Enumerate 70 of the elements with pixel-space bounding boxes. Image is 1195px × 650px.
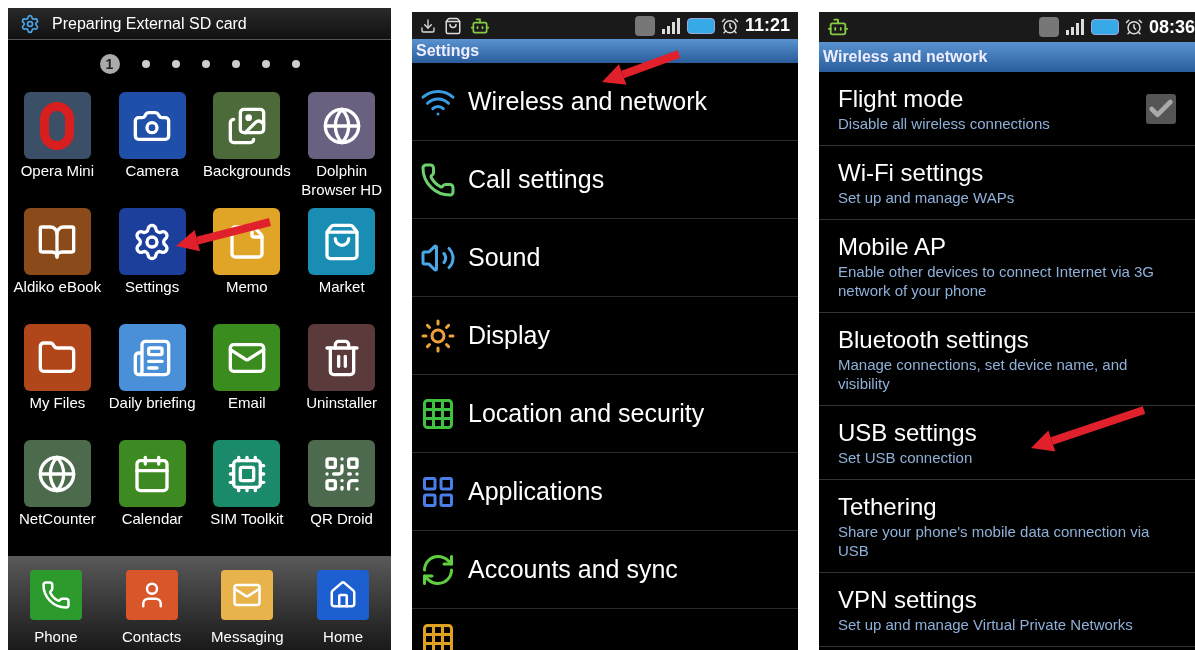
screen-title: Wireless and network [823,47,988,67]
status-time: 11:21 [744,14,790,37]
shopping-bag-icon[interactable] [308,208,376,275]
download-icon [420,17,436,34]
app-label[interactable]: Backgrounds [199,161,294,180]
app-label[interactable]: Daily briefing [105,393,200,412]
robot-icon [827,16,849,38]
settings-item[interactable]: Call settings [412,141,798,219]
settings-item[interactable]: Mobile AP Enable other devices to connect Internet via 3G network of your phone [819,220,1195,313]
app-label[interactable]: My Files [10,393,105,412]
camera-icon[interactable] [118,92,186,159]
battery-icon [1090,19,1119,35]
battery-icon [686,17,715,34]
app-label[interactable]: Market [294,277,389,296]
app-label[interactable]: Aldiko eBook [10,277,105,296]
checkbox[interactable] [1146,93,1176,124]
settings-item[interactable]: Tethering Share your phone's mobile data connection via USB [819,480,1195,573]
folder-icon[interactable] [23,324,91,391]
app-label[interactable]: SIM Toolkit [199,509,294,528]
home-icon[interactable] [317,570,370,620]
app-label[interactable]: Calendar [105,509,200,528]
app-label[interactable]: QR Droid [294,509,389,528]
images-icon[interactable] [213,92,281,159]
notification-text: Preparing External SD card [52,13,247,34]
sun-icon [420,317,456,354]
app-label[interactable]: Camera [105,161,200,180]
phone-icon [420,161,456,198]
settings-item[interactable]: Flight mode Disable all wireless connections [819,72,1195,146]
dock-label[interactable]: Home [323,626,364,649]
app-label[interactable]: Opera Mini [10,161,105,180]
dock-label[interactable]: Messaging [211,626,284,649]
envelope-icon[interactable] [221,570,274,620]
screen-title: Settings [416,41,480,61]
grid-icon [420,621,456,650]
globe-icon[interactable] [23,440,91,507]
settings-icon[interactable] [118,208,186,275]
calendar-icon[interactable] [118,440,186,507]
alarm-icon [720,16,739,35]
app-label[interactable]: Dolphin Browser HD [294,161,389,199]
status-time: 08:36 [1148,15,1195,39]
app-label[interactable]: Memo [199,277,294,296]
phone-icon[interactable] [29,570,82,620]
app-label[interactable]: Settings [105,277,200,296]
trash-icon[interactable] [308,324,376,391]
settings-item[interactable]: Wi-Fi settings Set up and manage WAPs [819,146,1195,220]
dock-label[interactable]: Phone [34,626,78,649]
settings-item[interactable]: Display [412,297,798,375]
settings-item[interactable]: Applications [412,453,798,531]
dock-label[interactable]: Contacts [122,626,182,649]
settings-item[interactable]: Sound [412,219,798,297]
bag-icon [444,16,462,35]
app-label[interactable]: Uninstaller [294,393,389,412]
settings-item[interactable]: Location and security [412,375,798,453]
app-label[interactable]: Email [199,393,294,412]
sd-card-icon [20,13,40,34]
app-label[interactable]: NetCounter [10,509,105,528]
mail-icon[interactable] [213,324,281,391]
qr-code-icon[interactable] [308,440,376,507]
signal-icon [660,17,681,34]
book-icon[interactable] [23,208,91,275]
globe-icon[interactable] [308,92,376,159]
letter-o-icon[interactable] [23,92,91,159]
newspaper-icon[interactable] [118,324,186,391]
settings-item[interactable]: VPN settings Set up and manage Virtual Private Networks [819,573,1195,647]
signal-icon [1064,19,1085,35]
alarm-icon [1124,18,1143,36]
settings-item[interactable]: Accounts and sync [412,531,798,609]
person-icon[interactable] [125,570,178,620]
page-indicator[interactable]: 1 [99,54,120,74]
settings-item[interactable]: Bluetooth settings Manage connections, set device name, and visibility [819,313,1195,406]
